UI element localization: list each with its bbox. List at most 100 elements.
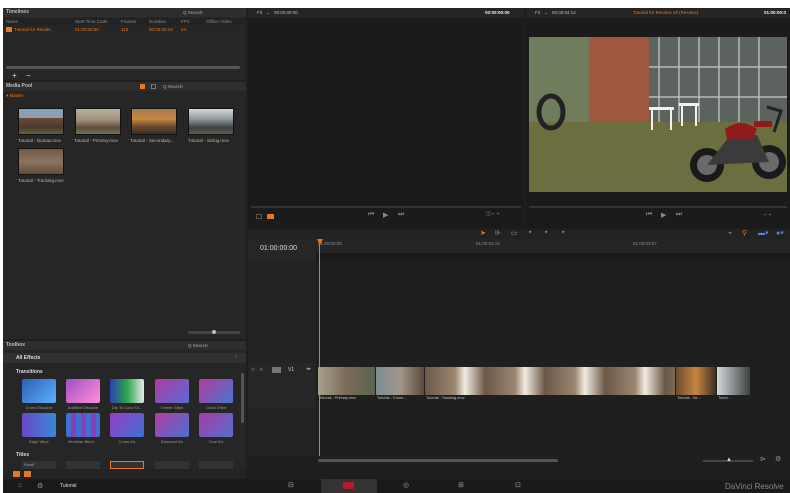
source-fit-chevron-icon[interactable]: ⌄ bbox=[266, 10, 270, 16]
media-page-icon[interactable]: ⊟ bbox=[288, 481, 294, 489]
timeline-skip-back-icon[interactable]: ⏮ bbox=[646, 211, 652, 219]
timeline-viewer-options-icon[interactable]: ⌐ ¬ bbox=[764, 212, 771, 218]
zoom-handle[interactable] bbox=[212, 330, 216, 334]
clip-come[interactable] bbox=[376, 367, 424, 395]
title-tile-4[interactable] bbox=[155, 461, 189, 469]
clip-thumb-sizing[interactable] bbox=[188, 108, 234, 135]
venetian-blind-tile[interactable] bbox=[66, 413, 100, 437]
clip-thumb-tracking[interactable] bbox=[18, 148, 64, 175]
clip-primary[interactable] bbox=[318, 367, 375, 395]
grid-view-icon[interactable] bbox=[140, 84, 145, 89]
title-scroll-tile[interactable]: Scroll bbox=[22, 461, 56, 469]
clock-wipe-tile[interactable] bbox=[199, 379, 233, 403]
additive-dissolve-tile[interactable] bbox=[66, 379, 100, 403]
cross-iris-tile[interactable] bbox=[110, 413, 144, 437]
replace-clip-icon[interactable]: ▪ bbox=[562, 229, 564, 236]
center-wipe-tile[interactable] bbox=[155, 379, 189, 403]
media-pool-toggle-icon[interactable] bbox=[13, 471, 20, 477]
title-tile-5[interactable] bbox=[199, 461, 233, 469]
clip-thumb-primary[interactable] bbox=[75, 108, 121, 135]
source-clip-icon[interactable] bbox=[267, 214, 274, 219]
title-tile-2[interactable] bbox=[66, 461, 100, 469]
source-mark-icon[interactable] bbox=[256, 214, 262, 219]
dip-to-color-tile[interactable] bbox=[110, 379, 144, 403]
toolbox-toggle-icon[interactable] bbox=[24, 471, 31, 477]
track-expand-icon[interactable]: ◂▸ bbox=[306, 366, 311, 372]
clip-thumb-secondary[interactable] bbox=[131, 108, 177, 135]
timeline-h-scrollbar[interactable] bbox=[318, 459, 558, 462]
master-bin[interactable]: ▾ Master bbox=[6, 93, 23, 99]
v1-clips: Tutorial - Primary.mov Tutorial - Come..… bbox=[318, 367, 790, 405]
col-offline[interactable]: Offline Video bbox=[206, 19, 232, 24]
media-pool-zoom-slider[interactable] bbox=[188, 330, 240, 334]
color-page-icon[interactable]: ◎ bbox=[403, 481, 409, 489]
track-header-v1: ⊂ ≡ V1 ◂▸ bbox=[248, 363, 316, 408]
additive-dissolve-label: Additive Dissolve bbox=[67, 405, 99, 410]
timelines-search[interactable]: Q Search bbox=[183, 10, 203, 15]
source-viewer-panel: Fit ⌄ 00:00:00:00 00:00:00:00 ⏮ ▶ ⏭ ◫ ⌐ … bbox=[248, 8, 524, 229]
timeline-fit-dropdown[interactable]: Fit bbox=[535, 10, 540, 15]
deliver-page-icon[interactable]: ⊡ bbox=[515, 481, 521, 489]
timeline-zoom-handle-icon[interactable]: ▲ bbox=[726, 457, 732, 463]
selection-tool-icon[interactable]: ➤ bbox=[480, 229, 486, 237]
col-start[interactable]: Start Time Code bbox=[75, 19, 108, 24]
snapping-icon[interactable]: ⌁ bbox=[728, 229, 732, 237]
toolbox-scrollbar[interactable] bbox=[241, 373, 244, 423]
ruler-label-2: 01:00:03:07 bbox=[633, 241, 657, 246]
home-icon[interactable]: ⌂ bbox=[18, 482, 22, 489]
blade-tool-icon[interactable]: ▭ bbox=[511, 229, 518, 237]
timeline-ruler[interactable]: 01:00:00:00 01:00:01:12 01:00:03:07 bbox=[316, 239, 790, 253]
remove-timeline-button[interactable]: − bbox=[26, 71, 31, 80]
clip-tracking[interactable] bbox=[425, 367, 675, 395]
razor-icon[interactable]: ⚲ bbox=[742, 229, 747, 237]
brand-label: DaVinci Resolve bbox=[725, 482, 784, 491]
timeline-name-dropdown[interactable]: Tutorial for Resolve v8 (Resolve) bbox=[633, 10, 698, 15]
insert-clip-icon[interactable]: ▪ bbox=[529, 229, 531, 236]
track-menu-icon[interactable]: ≡ bbox=[260, 367, 263, 373]
fairlight-page-icon[interactable]: ⊞ bbox=[458, 481, 464, 489]
flag-dropdown-icon[interactable]: ▬▾ bbox=[758, 229, 769, 237]
timeline-play-icon[interactable]: ▶ bbox=[661, 211, 666, 219]
cross-dissolve-tile[interactable] bbox=[22, 379, 56, 403]
timeline-settings-icon[interactable]: ⚙ bbox=[775, 455, 781, 463]
overwrite-clip-icon[interactable]: ▪ bbox=[545, 229, 547, 236]
timeline-skip-forward-icon[interactable]: ⏭ bbox=[676, 211, 682, 219]
ruler-sub bbox=[316, 253, 790, 261]
timeline-timecode-box: 01:00:00:00 bbox=[248, 239, 316, 261]
trim-tool-icon[interactable]: ⊪ bbox=[495, 229, 501, 237]
media-pool-search[interactable]: Q Search bbox=[163, 84, 183, 89]
track-visibility-icon[interactable] bbox=[272, 367, 281, 373]
timeline-viewer-panel: Fit ⌄ 00:00:04:14 Tutorial for Resolve v… bbox=[526, 8, 790, 229]
edit-page-tab[interactable] bbox=[321, 479, 377, 493]
source-fit-dropdown[interactable]: Fit bbox=[257, 10, 262, 15]
timeline-expand-icon[interactable]: ⊳ bbox=[760, 455, 766, 463]
clip-thumb-dumas[interactable] bbox=[18, 108, 64, 135]
timeline-viewer-scrubber[interactable] bbox=[529, 206, 787, 208]
timeline-row[interactable]: Tutorial for Resolv... 01:00:00:00 110 0… bbox=[3, 26, 246, 33]
col-name[interactable]: Name bbox=[6, 19, 18, 24]
edge-wipe-tile[interactable] bbox=[22, 413, 56, 437]
marker-dropdown-icon[interactable]: ●▾ bbox=[776, 229, 784, 237]
toolbox-search[interactable]: Q Search bbox=[188, 343, 208, 348]
effects-filter[interactable]: All Effects › bbox=[3, 353, 246, 363]
source-play-icon[interactable]: ▶ bbox=[383, 211, 388, 219]
col-frames[interactable]: Frames bbox=[121, 19, 136, 24]
timeline-fit-chevron-icon[interactable]: ⌄ bbox=[544, 10, 548, 16]
clip-tutorial[interactable] bbox=[717, 367, 750, 395]
source-skip-back-icon[interactable]: ⏮ bbox=[368, 211, 374, 219]
list-view-icon[interactable] bbox=[151, 84, 156, 89]
col-duration[interactable]: Duration bbox=[149, 19, 166, 24]
track-lock-icon[interactable]: ⊂ bbox=[251, 367, 255, 373]
source-in-out-icon[interactable]: ◫ ⌐ ¬ bbox=[486, 211, 499, 217]
timeline-row-frames: 110 bbox=[121, 27, 129, 32]
diamond-iris-tile[interactable] bbox=[155, 413, 189, 437]
col-fps[interactable]: FPS bbox=[181, 19, 190, 24]
settings-icon[interactable]: ⚙ bbox=[37, 482, 43, 490]
timelines-scrollbar[interactable] bbox=[6, 66, 240, 69]
source-skip-forward-icon[interactable]: ⏭ bbox=[398, 211, 404, 219]
clip-secondary[interactable] bbox=[676, 367, 716, 395]
oval-iris-tile[interactable] bbox=[199, 413, 233, 437]
add-timeline-button[interactable]: + bbox=[12, 71, 17, 80]
source-scrubber[interactable] bbox=[251, 206, 521, 208]
title-tile-3[interactable] bbox=[110, 461, 144, 469]
